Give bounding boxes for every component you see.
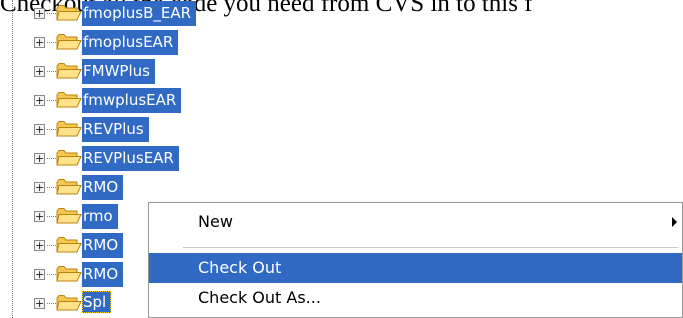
folder-icon [56,91,82,109]
folder-icon [56,265,82,283]
menu-item-check-out-label: Check Out [198,258,282,277]
menu-separator [183,247,678,248]
expand-icon[interactable]: + [34,298,45,309]
tree-item-label[interactable]: fmoplusEAR [82,30,179,55]
tree-item-label[interactable]: RMO [82,233,124,258]
tree-item[interactable]: + RMO [0,174,300,202]
expand-icon[interactable]: + [34,124,45,135]
tree-item-label[interactable]: RMO [82,262,124,287]
folder-icon [56,149,82,167]
tree-connector [47,303,56,304]
tree-connector [47,158,56,159]
tree-item[interactable]: + REVPlusEAR [0,145,300,173]
tree-connector [47,42,56,43]
expand-icon[interactable]: + [34,8,45,19]
tree-connector [47,100,56,101]
expand-icon[interactable]: + [34,269,45,280]
expand-icon[interactable]: + [34,95,45,106]
folder-icon [56,120,82,138]
folder-icon [56,207,82,225]
menu-item-check-out-as-label: Check Out As... [198,288,321,307]
folder-icon [56,236,82,254]
submenu-arrow-icon [672,217,677,227]
context-menu: New Check Out Check Out As... [148,202,683,318]
folder-icon [56,4,82,22]
expand-icon[interactable]: + [34,240,45,251]
menu-item-new-label: New [198,212,233,231]
expand-icon[interactable]: + [34,211,45,222]
folder-icon [56,294,82,312]
tree-connector [47,274,56,275]
tree-item[interactable]: + fmwplusEAR [0,87,300,115]
tree-item-label[interactable]: RMO [82,175,124,200]
expand-icon[interactable]: + [34,182,45,193]
folder-icon [56,178,82,196]
tree-item-label[interactable]: REVPlus [82,117,149,142]
menu-item-check-out[interactable]: Check Out [149,253,682,283]
tree-connector [47,129,56,130]
tree-connector [47,245,56,246]
tree-connector [47,216,56,217]
tree-item-label[interactable]: FMWPlus [82,59,155,84]
tree-connector [47,13,56,14]
folder-icon [56,33,82,51]
tree-item-label[interactable]: fmoplusB_EAR [82,1,197,26]
tree-item-label[interactable]: REVPlusEAR [82,146,179,171]
menu-item-check-out-as[interactable]: Check Out As... [149,283,682,313]
folder-icon [56,62,82,80]
menu-item-new[interactable]: New [149,207,682,237]
expand-icon[interactable]: + [34,37,45,48]
expand-icon[interactable]: + [34,66,45,77]
expand-icon[interactable]: + [34,153,45,164]
tree-item-label[interactable]: Spl [82,291,112,313]
tree-connector [47,71,56,72]
tree-item[interactable]: + fmoplusB_EAR [0,0,300,28]
tree-item-label[interactable]: rmo [82,204,118,229]
tree-item-label[interactable]: fmwplusEAR [82,88,182,113]
tree-item[interactable]: + fmoplusEAR [0,29,300,57]
tree-item[interactable]: + REVPlus [0,116,300,144]
tree-connector [47,187,56,188]
tree-item[interactable]: + FMWPlus [0,58,300,86]
